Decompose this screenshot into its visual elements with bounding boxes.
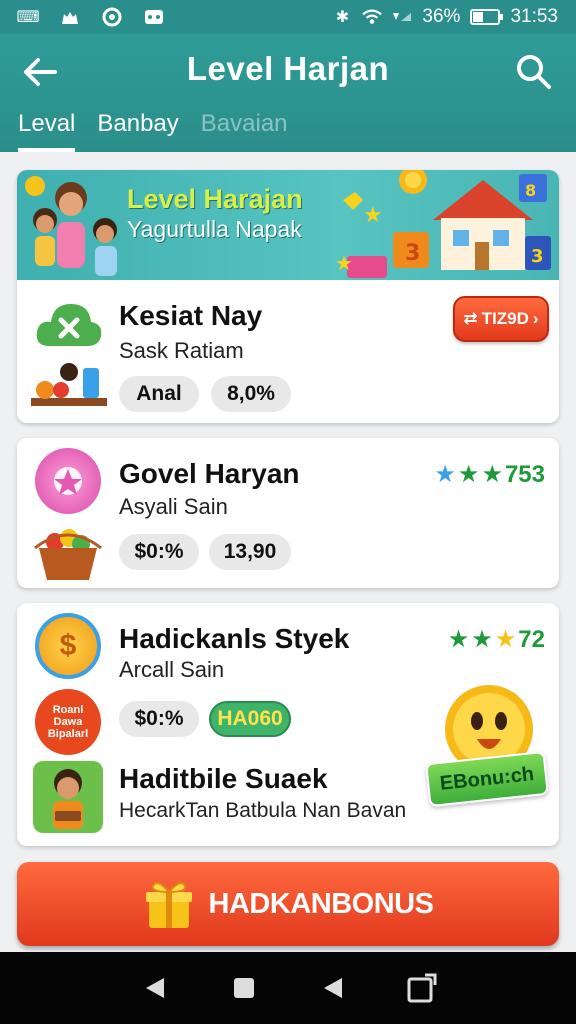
fruit-basket-icon	[34, 529, 102, 580]
signal-icon	[392, 8, 412, 26]
bluetooth-icon: ✱	[335, 9, 350, 26]
price-chip[interactable]: $0:%	[119, 534, 199, 570]
code-chip[interactable]: HA060	[209, 701, 291, 737]
tab-leval[interactable]: Leval	[18, 110, 76, 152]
banner[interactable]: Level Harajan Yagurtulla Napak ★ 3 8 3 ★	[17, 170, 559, 280]
triangle-back-icon	[323, 978, 342, 998]
bonus-button-label: HADKANBONUS	[208, 887, 434, 920]
svg-text:8: 8	[525, 181, 536, 200]
percent-chip[interactable]: 8,0%	[211, 376, 291, 412]
navigation-bar	[0, 952, 576, 1024]
triangle-back-icon	[145, 978, 164, 998]
status-bar: ⌨ ✱ 36% 31:53	[0, 0, 576, 34]
tag-chip[interactable]: Anal	[119, 376, 199, 412]
search-icon	[517, 55, 551, 89]
keyboard-icon: ⌨	[16, 9, 40, 26]
star-icon: ★	[481, 461, 503, 488]
svg-text:3: 3	[531, 246, 544, 267]
swap-icon: ⇄	[463, 309, 478, 328]
list-item[interactable]: Govel Haryan Asyali Sain $0:% 13,90 ★ ★ …	[17, 438, 559, 588]
star-icon: ★	[471, 626, 493, 653]
boy-avatar-icon	[33, 761, 103, 833]
battery-icon	[470, 9, 504, 25]
wifi-icon	[362, 8, 383, 26]
featured-card[interactable]: Level Harajan Yagurtulla Napak ★ 3 8 3 ★	[17, 170, 559, 423]
arrow-badge-button[interactable]: ⇄ TIZ9D ›	[453, 296, 549, 342]
battery-percent: 36%	[422, 6, 461, 27]
side-badge: Roanl Dawa Bipalarl	[35, 689, 101, 755]
gift-icon	[145, 882, 192, 928]
item-title: Kesiat Nay	[119, 300, 263, 331]
badge-label: TIZ9D	[481, 309, 529, 328]
svg-text:★: ★	[363, 203, 383, 228]
rating-value: 72	[518, 625, 545, 653]
item-subtitle: Arcall Sain	[119, 657, 225, 682]
gamepad-icon	[144, 8, 164, 26]
banner-title: Level Harajan	[127, 184, 303, 214]
recents-icon	[407, 973, 436, 1003]
svg-text:3: 3	[405, 241, 420, 266]
rating: ★ ★ ★ 72	[448, 625, 545, 654]
circle-app-icon	[102, 7, 122, 27]
item-title: Hadickanls Styek	[119, 623, 350, 654]
page-title: Level Harjan	[186, 50, 390, 87]
clock: 31:53	[510, 6, 558, 27]
chevron-right-icon: ›	[532, 309, 539, 328]
tab-bavaian[interactable]: Bavaian	[201, 110, 288, 152]
extra-title: Haditbile Suaek	[119, 763, 328, 794]
list-item[interactable]: $ Roanl Dawa Bipalarl Hadickanls Styek A…	[17, 603, 559, 846]
nav-back-button[interactable]	[135, 968, 175, 1008]
rating-value: 753	[504, 460, 545, 488]
bonus-button[interactable]: HADKANBONUS	[17, 862, 559, 946]
value-chip[interactable]: 13,90	[209, 534, 291, 570]
cat-icon	[60, 8, 80, 26]
badge-icon	[35, 448, 101, 514]
rating: ★ ★ ★ 753	[434, 460, 545, 489]
star-icon: ★	[494, 626, 517, 653]
price-chip[interactable]: $0:%	[119, 701, 199, 737]
nav-home-button[interactable]	[224, 968, 264, 1008]
item-subtitle: Sask Ratiam	[119, 338, 244, 363]
house-illustration: ★ 3 8 3 ★	[335, 170, 551, 278]
banner-subtitle: Yagurtulla Napak	[127, 216, 302, 242]
app-bar: Level Harjan Leval Banbay Bavaian	[0, 34, 576, 152]
star-icon: ★	[434, 461, 456, 488]
svg-text:★: ★	[335, 251, 353, 275]
item-subtitle: Asyali Sain	[119, 494, 228, 519]
nav-back-alt-button[interactable]	[313, 968, 353, 1008]
search-button[interactable]	[514, 52, 554, 92]
tab-bar: Leval Banbay Bavaian	[18, 110, 288, 152]
tab-banbay[interactable]: Banbay	[97, 110, 178, 152]
star-icon: ★	[457, 461, 480, 488]
square-home-icon	[233, 978, 254, 998]
cloud-check-icon	[36, 304, 102, 346]
extra-subtitle: HecarkTan Batbula Nan Bavan	[119, 799, 407, 822]
nav-recents-button[interactable]	[402, 968, 442, 1008]
kids-illustration	[25, 176, 117, 276]
star-icon: ★	[447, 626, 470, 653]
item-title: Govel Haryan	[119, 458, 300, 489]
coin-icon: $	[35, 613, 101, 679]
toy-shelf-icon	[31, 363, 107, 406]
